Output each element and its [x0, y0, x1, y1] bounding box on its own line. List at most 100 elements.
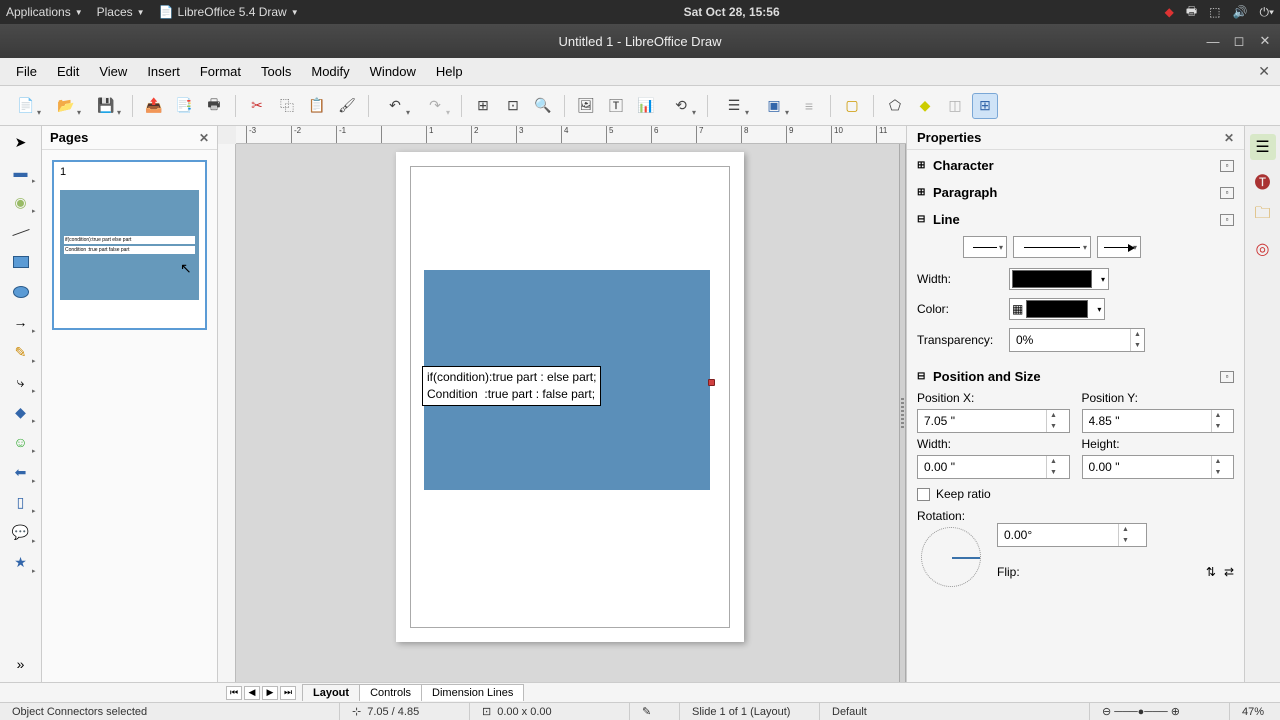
basic-shapes-tool[interactable]: ◆ — [7, 400, 35, 424]
height-input[interactable]: ▲▼ — [1082, 455, 1235, 479]
more-icon[interactable]: ▫ — [1220, 371, 1234, 383]
next-page-button[interactable]: ▶ — [262, 686, 278, 700]
distribute-button[interactable]: ≡ — [796, 93, 822, 119]
arrow-start-select[interactable] — [963, 236, 1007, 258]
posx-input[interactable]: ▲▼ — [917, 409, 1070, 433]
flowchart-tool[interactable]: ▯ — [7, 490, 35, 514]
fill-button[interactable]: ◆ — [912, 93, 938, 119]
paste-button[interactable]: 📋 — [304, 93, 330, 119]
crop-button[interactable]: ⬠ — [882, 93, 908, 119]
callout-tool[interactable]: 💬 — [7, 520, 35, 544]
connector-tool[interactable]: ⤷ — [7, 370, 35, 394]
power-icon[interactable]: ⏻▾ — [1259, 5, 1274, 20]
line-tool[interactable] — [7, 220, 35, 244]
tab-dimension-lines[interactable]: Dimension Lines — [421, 684, 524, 701]
document-close-icon[interactable]: ✕ — [1258, 63, 1270, 80]
menu-edit[interactable]: Edit — [49, 61, 87, 82]
volume-icon[interactable]: 🔊 — [1233, 5, 1248, 19]
navigator-tab[interactable]: ◎ — [1250, 236, 1276, 262]
properties-close-icon[interactable]: ✕ — [1224, 131, 1234, 145]
properties-tab[interactable]: ☰ — [1250, 134, 1276, 160]
menu-window[interactable]: Window — [362, 61, 424, 82]
line-color-tool[interactable]: ▬ — [7, 160, 35, 184]
format-paint-button[interactable]: 🖌 — [334, 93, 360, 119]
line-section[interactable]: ⊟Line▫ — [917, 209, 1234, 230]
block-arrows-tool[interactable]: ⬅ — [7, 460, 35, 484]
snap-button[interactable]: ⊡ — [500, 93, 526, 119]
arrange-button[interactable]: ▣ — [756, 93, 792, 119]
arrow-tool[interactable]: → — [7, 310, 35, 334]
more-icon[interactable]: ▫ — [1220, 214, 1234, 226]
menu-format[interactable]: Format — [192, 61, 249, 82]
line-width-select[interactable] — [1009, 268, 1109, 290]
menu-view[interactable]: View — [91, 61, 135, 82]
zoom-button[interactable]: 🔍 — [530, 93, 556, 119]
open-button[interactable]: 📂 — [48, 93, 84, 119]
extrude-button[interactable]: ◫ — [942, 93, 968, 119]
minimize-button[interactable]: — — [1204, 32, 1222, 50]
ellipse-tool[interactable] — [7, 280, 35, 304]
textbox-button[interactable]: 🅃 — [603, 93, 629, 119]
horizontal-ruler[interactable]: -3-2 -1 12 34 56 78 910 11 — [236, 126, 906, 144]
fill-color-tool[interactable]: ◉ — [7, 190, 35, 214]
splitter[interactable] — [899, 144, 906, 682]
line-style-select[interactable] — [1013, 236, 1091, 258]
rotate-button[interactable]: ⟲ — [663, 93, 699, 119]
align-button[interactable]: ☰ — [716, 93, 752, 119]
image-button[interactable]: 🖼 — [573, 93, 599, 119]
last-page-button[interactable]: ⏭ — [280, 686, 296, 700]
grid-button[interactable]: ⊞ — [470, 93, 496, 119]
selection-tool[interactable]: ➤ — [7, 130, 35, 154]
flip-horizontal-button[interactable]: ⇄ — [1224, 565, 1234, 579]
applications-menu[interactable]: Applications▼ — [6, 5, 83, 19]
zoom-slider[interactable]: ⊖ ───●─── ⊕ — [1090, 703, 1230, 720]
current-app[interactable]: 📄LibreOffice 5.4 Draw▼ — [159, 5, 299, 19]
selection-handle[interactable] — [708, 379, 715, 386]
new-button[interactable]: 📄 — [8, 93, 44, 119]
cut-button[interactable]: ✂ — [244, 93, 270, 119]
character-section[interactable]: ⊞Character▫ — [917, 155, 1234, 176]
menu-help[interactable]: Help — [428, 61, 471, 82]
drawing-viewport[interactable]: if(condition):true part : else part; Con… — [236, 144, 899, 682]
sidebar-toggle-button[interactable]: ⊞ — [972, 93, 998, 119]
flip-vertical-button[interactable]: ⇅ — [1206, 565, 1216, 579]
prev-page-button[interactable]: ◀ — [244, 686, 260, 700]
star-tool[interactable]: ★ — [7, 550, 35, 574]
undo-button[interactable]: ↶ — [377, 93, 413, 119]
pdf-button[interactable]: 📑 — [171, 93, 197, 119]
maximize-button[interactable]: ◻ — [1230, 32, 1248, 50]
save-button[interactable]: 💾 — [88, 93, 124, 119]
arrow-end-select[interactable] — [1097, 236, 1141, 258]
curve-tool[interactable]: ✎ — [7, 340, 35, 364]
redo-button[interactable]: ↷ — [417, 93, 453, 119]
vertical-ruler[interactable] — [218, 144, 236, 682]
tab-layout[interactable]: Layout — [302, 684, 360, 701]
menu-insert[interactable]: Insert — [139, 61, 188, 82]
posy-input[interactable]: ▲▼ — [1082, 409, 1235, 433]
menu-file[interactable]: File — [8, 61, 45, 82]
symbol-shapes-tool[interactable]: ☺ — [7, 430, 35, 454]
places-menu[interactable]: Places▼ — [97, 5, 145, 19]
styles-tab[interactable]: 🅣 — [1250, 168, 1276, 194]
menu-modify[interactable]: Modify — [303, 61, 357, 82]
rectangle-tool[interactable] — [7, 250, 35, 274]
page[interactable]: if(condition):true part : else part; Con… — [396, 152, 744, 642]
text-frame[interactable]: if(condition):true part : else part; Con… — [422, 366, 601, 406]
close-button[interactable]: ✕ — [1256, 32, 1274, 50]
position-size-section[interactable]: ⊟Position and Size▫ — [917, 366, 1234, 387]
tab-controls[interactable]: Controls — [359, 684, 422, 701]
network-icon[interactable]: ⬚ — [1209, 5, 1220, 19]
page-thumbnail[interactable]: 1 if(condition):true part else part Cond… — [52, 160, 207, 330]
rotation-input[interactable]: ▲▼ — [997, 523, 1147, 547]
transparency-input[interactable]: ▲▼ — [1009, 328, 1145, 352]
first-page-button[interactable]: ⏮ — [226, 686, 242, 700]
rotation-dial[interactable] — [921, 527, 981, 587]
line-color-select[interactable]: ▦ — [1009, 298, 1105, 320]
pages-close-icon[interactable]: ✕ — [199, 131, 209, 145]
print-button[interactable]: 🖶 — [201, 93, 227, 119]
paragraph-section[interactable]: ⊞Paragraph▫ — [917, 182, 1234, 203]
keep-ratio-checkbox[interactable] — [917, 488, 930, 501]
update-icon[interactable]: ◆ — [1165, 5, 1174, 19]
gallery-tab[interactable]: 🗀 — [1250, 202, 1276, 228]
width-input[interactable]: ▲▼ — [917, 455, 1070, 479]
